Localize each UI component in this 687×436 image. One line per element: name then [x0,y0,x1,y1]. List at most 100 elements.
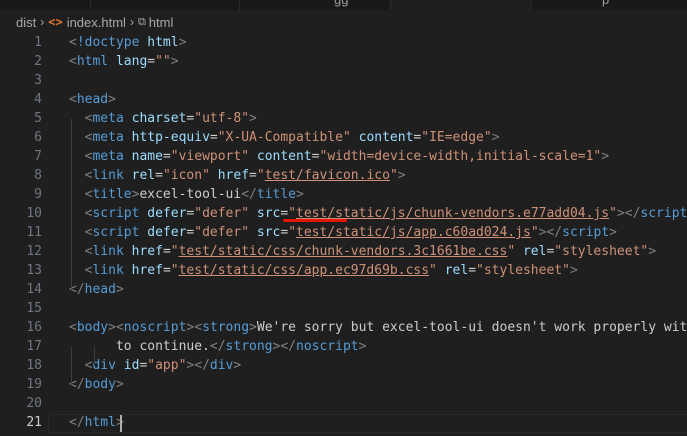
code-token: > [397,168,406,183]
code-token: > [358,339,367,354]
code-token[interactable]: test/static/js/app.c60ad024.js [296,225,531,240]
code-token: meta [92,130,124,145]
code-line: 3 [0,71,687,90]
breadcrumb-symbol[interactable]: ⧉ html [138,15,173,30]
code-token: noscript [123,320,187,335]
line-code: <body><noscript><strong>We're sorry but … [69,318,687,337]
code-line: 4 <head> [0,90,687,109]
code-token: > [296,187,304,202]
code-token: " [170,263,179,278]
code-line: 18 <div id="app"></div> [0,356,687,375]
code-token[interactable]: test/static/css/app.ec97d69b.css [179,263,429,278]
breadcrumb-file-label: index.html [66,14,126,30]
code-line: 5 <meta charset="utf-8"> [0,109,687,128]
line-code: <title>excel-tool-ui</title> [69,185,304,204]
code-token: excel-tool-ui [139,187,242,202]
editor-tab[interactable]: p [532,0,687,10]
code-token: href [131,244,163,259]
code-token: div [209,358,234,373]
editor-tab[interactable] [0,0,91,10]
code-line: 8 <link rel="icon" href="test/favicon.ic… [0,166,687,185]
code-token: " [389,168,398,183]
code-token: lang [115,54,148,69]
code-token: "defer" [194,206,250,221]
code-token: > [491,130,500,145]
current-line-highlight [48,414,687,433]
code-token: name [131,149,163,164]
line-code: </head> [69,280,124,299]
code-token: "icon" [162,168,210,183]
code-token: = [280,225,289,240]
code-token: "utf-8" [194,111,250,126]
code-token: link [92,168,124,183]
code-line: 19 </body> [0,375,687,394]
breadcrumb-folder[interactable]: dist [16,15,36,30]
editor-tab-label: p [602,0,609,7]
code-token: </ [209,339,226,354]
code-line: 15 [0,299,687,318]
line-code: <html lang=""> [69,52,179,71]
line-number: 9 [34,187,42,202]
line-number: 4 [34,92,42,107]
code-token: = [162,263,171,278]
line-number: 2 [34,54,42,69]
code-token: < [69,35,77,50]
line-number: 6 [34,130,42,145]
code-token: > [249,320,257,335]
code-token: "app" [147,358,187,373]
line-code: <link href="test/static/css/chunk-vendor… [69,242,656,261]
code-token: meta [92,149,124,164]
code-token: > [115,282,124,297]
code-token: " [256,168,265,183]
code-token: content [358,130,414,145]
code-token: " [288,225,297,240]
code-token: http-equiv [131,130,210,145]
code-token: ></ [186,358,210,373]
code-token: src [256,206,281,221]
html-file-icon: <> [48,15,63,29]
indent-guide [71,347,72,385]
line-code: </body> [69,375,124,394]
code-token: = [162,244,171,259]
code-token: to continue. [69,339,210,354]
breadcrumb-folder-label: dist [16,14,37,30]
code-token[interactable]: test/static/css/chunk-vendors.3c1661be.c… [179,244,508,259]
code-token: > [601,149,610,164]
line-number: 12 [26,244,42,259]
editor-tab-active[interactable] [391,0,532,10]
code-token: meta [92,111,124,126]
code-token[interactable]: test/favicon.ico [265,168,390,183]
code-token: = [249,168,257,183]
chevron-right-icon: › [129,15,134,29]
code-line: 17 to continue.</strong></noscript> [0,337,687,356]
code-line: 9 <title>excel-tool-ui</title> [0,185,687,204]
line-number: 8 [34,168,42,183]
editor-tab[interactable]: gg [240,0,391,10]
code-line: 14 </head> [0,280,687,299]
code-token: defer [147,225,187,240]
editor-tab[interactable] [91,0,240,10]
code-editor[interactable]: 1 <!doctype html> 2 <html lang=""> 3 4 <head> 5… [0,33,687,436]
code-token: div [92,358,116,373]
code-token: < [69,54,77,69]
code-token: head [84,282,116,297]
code-token: rel [131,168,156,183]
code-token: strong [202,320,250,335]
line-number: 10 [26,206,42,221]
code-token: "IE=edge" [421,130,492,145]
line-code: <!doctype html> [69,33,186,52]
code-token: ></ [616,206,641,221]
code-token: charset [131,111,187,126]
line-code: <head> [69,90,116,109]
code-token: !doctype [76,35,140,50]
line-number: 18 [26,358,42,373]
breadcrumb-file[interactable]: <> index.html [48,15,126,30]
code-token: "stylesheet" [554,244,649,259]
code-token: id [123,358,140,373]
line-number: 3 [34,73,42,88]
tab-bar: gg p [0,0,687,10]
